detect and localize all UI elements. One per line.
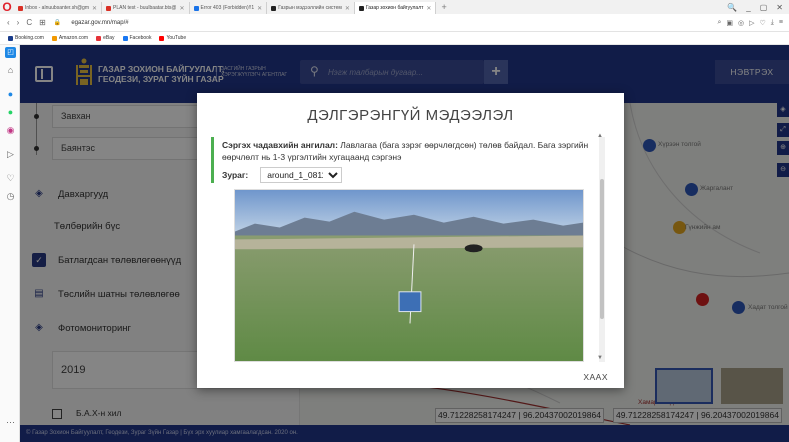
close-tab-icon[interactable]: ✕ [345, 5, 350, 12]
scroll-down-icon[interactable]: ▼ [597, 355, 603, 361]
new-tab-button[interactable]: + [436, 2, 451, 12]
heart-icon[interactable]: ♡ [760, 19, 766, 27]
history-icon[interactable]: ◷ [5, 191, 16, 202]
browser-tab[interactable]: Error 403 (Forbidden)!!1 ✕ [190, 2, 268, 14]
gmail-icon [18, 5, 23, 11]
photo-select[interactable]: around_1_08110032.JI [260, 167, 343, 183]
browser-tab[interactable]: Inbox - alnuubsanter.sh@gm ✕ [14, 2, 103, 14]
speed-dial-icon[interactable]: ⊞ [39, 18, 46, 27]
monitoring-photo[interactable] [234, 189, 584, 362]
url-field[interactable]: egazar.gov.mn/map/# [71, 20, 128, 26]
address-bar-actions: ⌕ ▣ ◎ ▷ ♡ ⤓ ≡ [717, 19, 789, 27]
browser-tab[interactable]: PLAN test - buulbaatar.bts@ ✕ [102, 2, 190, 14]
lock-icon[interactable]: 🔒 [54, 19, 61, 26]
gallery-icon[interactable]: ▣ [726, 19, 733, 27]
amazon-icon [51, 35, 57, 41]
bookmark-amazon[interactable]: Amazon.com [51, 35, 88, 41]
more-icon[interactable]: ⋯ [5, 417, 16, 428]
opera-sidebar: ◰ ⌂ ● ● ◉ ▷ ♡ ◷ ⋯ [0, 45, 20, 442]
browser-tab-bar: O Inbox - alnuubsanter.sh@gm ✕ PLAN test … [0, 0, 789, 14]
recovery-text: Сэргэх чадавхийн ангилал: Лавлагаа (бага… [222, 139, 603, 163]
bookmarks-bar: Booking.com Amazon.com eBay Facebook You… [0, 32, 789, 45]
heart-icon[interactable]: ♡ [5, 173, 16, 184]
snapshot-icon[interactable]: ⌕ [717, 19, 721, 27]
flow-icon[interactable]: ▷ [5, 149, 16, 160]
page-icon [271, 5, 277, 11]
back-icon[interactable]: ‹ [7, 18, 10, 27]
close-tab-icon[interactable]: ✕ [180, 5, 185, 12]
menu-icon[interactable]: ≡ [779, 19, 783, 27]
close-tab-icon[interactable]: ✕ [257, 5, 262, 12]
maximize-icon[interactable]: ▢ [760, 3, 768, 12]
bookmark-youtube[interactable]: YouTube [159, 35, 186, 41]
download-icon[interactable]: ⤓ [771, 19, 774, 27]
send-icon[interactable]: ▷ [749, 19, 754, 27]
photo-row: Зураг: around_1_08110032.JI [222, 167, 603, 183]
instagram-icon[interactable]: ◉ [5, 125, 16, 136]
details-modal: ДЭЛГЭРЭНГҮЙ МЭДЭЭЛЭЛ Сэргэх чадавхийн ан… [197, 93, 624, 388]
recovery-label: Сэргэх чадавхийн ангилал: [222, 140, 338, 150]
reload-icon[interactable]: C [26, 18, 32, 27]
address-bar: ‹ › C ⊞ 🔒 egazar.gov.mn/map/# ⌕ ▣ ◎ ▷ ♡ … [0, 14, 789, 32]
bookmark-facebook[interactable]: Facebook [122, 35, 151, 41]
window-controls: 🔍 _ ▢ ✕ [727, 3, 789, 12]
browser-tab[interactable]: Газрын мэдээллийн систем ✕ [267, 2, 355, 14]
photo-label: Зураг: [222, 170, 249, 180]
vpn-icon[interactable]: ◎ [738, 19, 744, 27]
opera-logo-icon[interactable]: O [0, 0, 14, 14]
facebook-icon [122, 35, 128, 41]
messenger-icon[interactable]: ● [5, 89, 16, 100]
close-tab-icon[interactable]: ✕ [92, 5, 97, 12]
modal-body: Сэргэх чадавхийн ангилал: Лавлагаа (бага… [211, 137, 608, 362]
speed-dial-sidebar-icon[interactable]: ◰ [5, 47, 16, 58]
gmail-icon [106, 5, 112, 11]
drive-icon [193, 5, 199, 11]
browser-tab-active[interactable]: Газар зохион байгуулалт ✕ [354, 2, 437, 14]
page-icon [358, 5, 364, 11]
bookmark-ebay[interactable]: eBay [96, 35, 115, 41]
ebay-icon [96, 35, 102, 41]
scroll-up-icon[interactable]: ▲ [597, 133, 603, 139]
close-tab-icon[interactable]: ✕ [426, 5, 431, 12]
modal-scrollbar[interactable] [599, 137, 605, 362]
bookmark-booking[interactable]: Booking.com [8, 35, 44, 41]
whatsapp-icon[interactable]: ● [5, 107, 16, 118]
forward-icon[interactable]: › [17, 18, 20, 27]
close-window-icon[interactable]: ✕ [776, 3, 783, 12]
home-icon[interactable]: ⌂ [5, 65, 16, 76]
minimize-icon[interactable]: _ [746, 3, 750, 12]
youtube-icon [159, 35, 165, 41]
recovery-info: Сэргэх чадавхийн ангилал: Лавлагаа (бага… [211, 137, 603, 183]
close-button[interactable]: ХААХ [583, 372, 608, 382]
booking-icon [8, 35, 13, 41]
search-tabs-icon[interactable]: 🔍 [727, 3, 737, 12]
modal-title: ДЭЛГЭРЭНГҮЙ МЭДЭЭЛЭЛ [307, 107, 514, 124]
scroll-thumb[interactable] [600, 179, 604, 319]
